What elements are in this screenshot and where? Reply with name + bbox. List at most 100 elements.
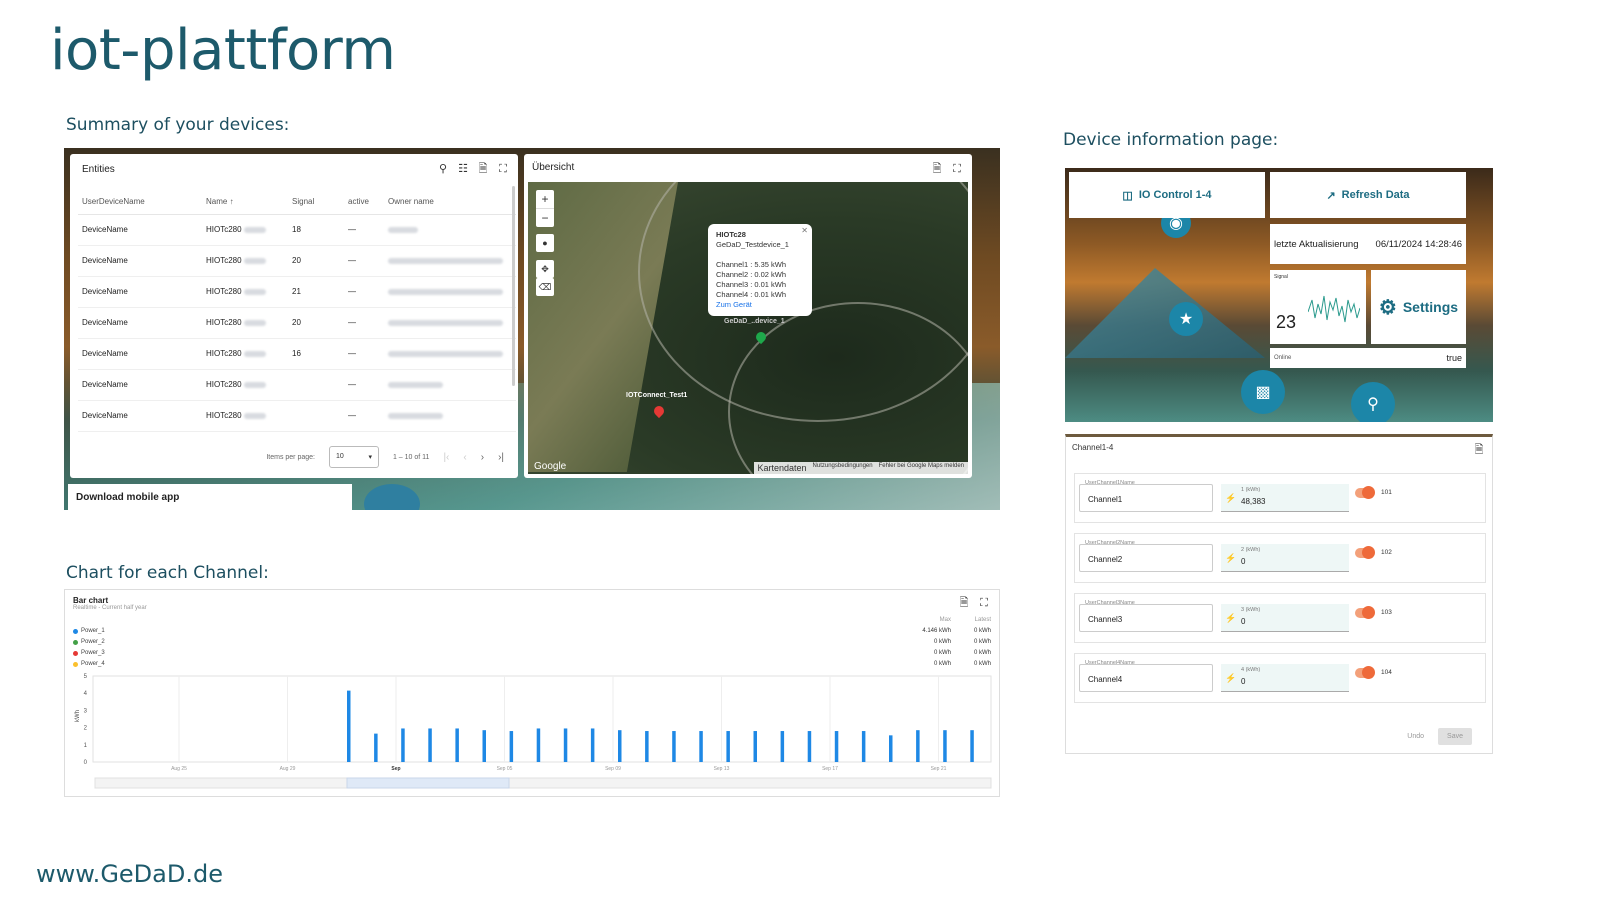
- search-icon[interactable]: ⚲: [436, 162, 450, 176]
- fullscreen-icon[interactable]: ⛶: [950, 162, 964, 176]
- cell-userdevicename: DeviceName: [78, 400, 202, 432]
- zoom-out-button[interactable]: −: [536, 208, 554, 227]
- next-page-icon[interactable]: ›: [481, 452, 484, 463]
- channel-toggle[interactable]: [1355, 666, 1375, 679]
- entities-title: Entities: [82, 164, 115, 175]
- save-button[interactable]: Save: [1438, 728, 1472, 745]
- bar: [861, 731, 866, 762]
- x-tick-label: Sep 21: [931, 766, 947, 772]
- table-row[interactable]: DeviceName HIOTc280 16—: [78, 338, 516, 370]
- bar: [645, 731, 649, 762]
- x-tick-label: Sep 05: [497, 766, 513, 772]
- lock-icon: ⚲: [1351, 382, 1395, 422]
- map-card: Übersicht 🗎 ⛶ + − ● ✥ ⌫ ✕ HIOTc28 GeDaD_…: [524, 154, 972, 478]
- close-icon[interactable]: ✕: [801, 226, 808, 236]
- table-row[interactable]: DeviceName HIOTc280 21—: [78, 276, 516, 308]
- cell-name: HIOTc280: [202, 307, 288, 339]
- map-view[interactable]: + − ● ✥ ⌫ ✕ HIOTc28 GeDaD_Testdevice_1 C…: [528, 182, 968, 474]
- table-row[interactable]: DeviceName HIOTc280 20—: [78, 307, 516, 339]
- channel-toggle[interactable]: [1355, 546, 1375, 559]
- columns-icon[interactable]: ☷: [456, 162, 470, 176]
- bar: [834, 731, 839, 762]
- column-header-name[interactable]: Name ↑: [202, 190, 288, 215]
- export-icon[interactable]: 🗎: [930, 162, 944, 176]
- device-info-screenshot: ◉ ★ ▩ ⚲ ◫ IO Control 1-4 ↗ Refresh Data …: [1065, 168, 1493, 422]
- settings-button[interactable]: ⚙ Settings: [1371, 270, 1466, 344]
- cell-active: —: [344, 276, 384, 308]
- first-page-icon[interactable]: |‹: [443, 452, 449, 463]
- export-icon[interactable]: 🗎: [1472, 443, 1486, 457]
- channel-toggle[interactable]: [1355, 606, 1375, 619]
- x-tick-label: Aug 29: [280, 766, 296, 772]
- cell-name: HIOTc280: [202, 214, 288, 246]
- channel-value-field: ⚡ 2 (kWh) 0: [1221, 544, 1349, 572]
- device-control-icon: ◫: [1122, 189, 1133, 202]
- trophy-icon: ★: [1169, 302, 1203, 336]
- entities-card: Entities ⚲ ☷ 🗎 ⛶ UserDeviceName Name ↑ S…: [70, 154, 518, 478]
- redacted-text: [243, 412, 266, 419]
- channel-value-field: ⚡ 1 (kWh) 48,383: [1221, 484, 1349, 512]
- bar: [753, 731, 757, 762]
- cell-owner: [384, 276, 516, 308]
- cell-signal: 18: [288, 214, 344, 246]
- map-data-link[interactable]: Kartendaten: [758, 463, 807, 473]
- map-marker-red[interactable]: [651, 403, 667, 419]
- table-row[interactable]: DeviceName HIOTc280 20—: [78, 245, 516, 277]
- table-row[interactable]: DeviceName HIOTc280 —: [78, 400, 516, 432]
- move-tool-icon[interactable]: ✥: [536, 260, 554, 278]
- bolt-icon: ⚡: [1225, 553, 1237, 563]
- cell-owner: [384, 369, 516, 401]
- gear-icon: ⚙: [1378, 296, 1397, 319]
- bar: [563, 728, 568, 762]
- prev-page-icon[interactable]: ‹: [463, 452, 466, 463]
- bar: [347, 690, 351, 762]
- marker-green-label: GeDaD_..device_1: [724, 318, 785, 325]
- map-toolbar: 🗎 ⛶: [930, 162, 964, 176]
- erase-tool-icon[interactable]: ⌫: [536, 278, 554, 296]
- table-row[interactable]: DeviceName HIOTc280 —: [78, 369, 516, 401]
- items-per-page-select[interactable]: 10 ▾: [328, 446, 379, 468]
- bar: [807, 731, 812, 762]
- channel-name-input[interactable]: Channel4: [1079, 664, 1213, 692]
- last-page-icon[interactable]: ›|: [498, 452, 504, 463]
- channel-toggle-label: 101: [1381, 489, 1392, 496]
- channel-name-input[interactable]: Channel3: [1079, 604, 1213, 632]
- page-range: 1 – 10 of 11: [392, 453, 430, 461]
- column-header-owner[interactable]: Owner name: [384, 190, 516, 215]
- channel-toggle-label: 102: [1381, 549, 1392, 556]
- cell-active: —: [344, 369, 384, 401]
- refresh-data-button[interactable]: ↗ Refresh Data: [1270, 172, 1466, 218]
- zoom-in-button[interactable]: +: [536, 190, 554, 208]
- cell-signal: 16: [288, 338, 344, 370]
- x-tick-label: Aug 25: [171, 766, 187, 772]
- export-icon[interactable]: 🗎: [476, 162, 490, 176]
- bar: [374, 733, 378, 762]
- cell-owner: [384, 400, 516, 432]
- io-control-button[interactable]: ◫ IO Control 1-4: [1069, 172, 1265, 218]
- fullscreen-icon[interactable]: ⛶: [496, 162, 510, 176]
- channel-toggle[interactable]: [1355, 486, 1375, 499]
- undo-button[interactable]: Undo: [1407, 733, 1424, 740]
- channel-name-input[interactable]: Channel1: [1079, 484, 1213, 512]
- table-scrollbar[interactable]: [512, 186, 515, 386]
- channel-field-label: UserChannel3Name: [1085, 600, 1135, 606]
- cell-name: HIOTc280: [202, 276, 288, 308]
- y-axis-label: kWh: [75, 710, 81, 722]
- marker-tool-icon[interactable]: ●: [536, 234, 554, 252]
- x-tick-label: Sep 09: [605, 766, 621, 772]
- download-mobile-app[interactable]: Download mobile app: [68, 484, 352, 510]
- map-terms-link[interactable]: Nutzungsbedingungen: [813, 463, 873, 473]
- redacted-text: [388, 288, 503, 295]
- popup-link[interactable]: Zum Gerät: [716, 300, 752, 309]
- cell-userdevicename: DeviceName: [78, 369, 202, 401]
- entities-toolbar: ⚲ ☷ 🗎 ⛶: [436, 162, 510, 176]
- map-report-link[interactable]: Fehler bei Google Maps melden: [879, 463, 964, 473]
- column-header-userdevicename[interactable]: UserDeviceName: [78, 190, 202, 215]
- x-tick-label: Sep: [391, 766, 400, 772]
- channel-name-input[interactable]: Channel2: [1079, 544, 1213, 572]
- popup-device: HIOTc28: [716, 230, 746, 239]
- column-header-signal[interactable]: Signal: [288, 190, 344, 215]
- bar: [970, 730, 974, 762]
- column-header-active[interactable]: active: [344, 190, 384, 215]
- table-row[interactable]: DeviceName HIOTc280 18—: [78, 214, 516, 246]
